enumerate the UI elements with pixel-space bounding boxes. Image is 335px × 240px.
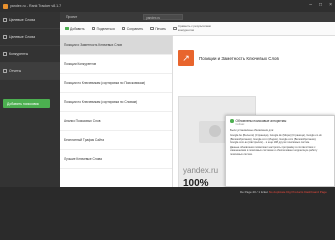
toolbar: Добавить Поделиться Сохранить Печать Сра…: [60, 22, 335, 36]
add-search-engine-button[interactable]: Добавить поисковик: [3, 99, 50, 108]
status-info: De Page 20 / 1 ticket: [240, 190, 268, 194]
reports-icon: [3, 69, 7, 73]
sidebar-item-label: Целевые Слова: [9, 18, 36, 22]
popup-paragraph: Были установлены обновления для:: [230, 129, 274, 132]
report-title: Позиции и Заметность Ключевых Слов: [199, 55, 279, 61]
save-button-label: Сохранить: [126, 26, 144, 31]
check-icon: [230, 119, 234, 123]
close-icon[interactable]: ×: [329, 3, 332, 8]
minimize-icon[interactable]: –: [309, 3, 312, 8]
save-icon: [121, 26, 126, 31]
list-item[interactable]: Анализ Поисковых Слов: [60, 112, 172, 131]
sidebar-item-label: Отчеты: [9, 69, 22, 73]
sidebar-item-competitors[interactable]: Конкуренты: [0, 46, 60, 63]
popup-body: Были установлены обновления для: Google.…: [230, 129, 330, 156]
keywords-icon: [3, 18, 7, 22]
sidebar-item-reports[interactable]: Отчеты: [0, 63, 60, 80]
plus-icon: [65, 26, 69, 31]
sidebar-item-label: Конкуренты: [9, 52, 29, 56]
status-bar: De Page 20 / 1 ticket No duplicate Dig P…: [0, 187, 335, 200]
top-bar: Проект yandex.ru: [60, 12, 335, 22]
list-item[interactable]: Позиции и Заметность Ключевых Слов: [60, 36, 172, 55]
window-controls: – □ ×: [309, 3, 332, 8]
share-icon: [91, 26, 96, 31]
print-button-label: Печать: [155, 26, 166, 31]
window-title: yandex.ru - Rank Tracker v8.1.7: [10, 4, 62, 8]
chart-trend-icon: ↗: [178, 50, 194, 66]
popup-time: Сейчас: [235, 123, 245, 126]
list-item[interactable]: Позиции Конкурентов: [60, 55, 172, 74]
list-item[interactable]: Позиции по Ключевикам (сортировка по Пои…: [60, 74, 172, 93]
popup-paragraph: Данные обновления позволяют настроить пр…: [230, 146, 318, 156]
status-text: De Page 20 / 1 ticket No duplicate Dig P…: [240, 190, 327, 194]
add-button-label: Добавить: [70, 26, 85, 31]
print-button[interactable]: Печать: [150, 27, 166, 31]
list-item[interactable]: Лучшие Ключевые Слова: [60, 150, 172, 169]
sidebar-item-label: Целевые Слова: [9, 35, 36, 39]
project-tab[interactable]: Проект: [60, 15, 83, 19]
sidebar: Целевые Слова Целевые Слова Конкуренты О…: [0, 12, 60, 200]
list-item[interactable]: Позиции по Ключевикам (сортировка по Сло…: [60, 93, 172, 112]
report-header: ↗ Позиции и Заметность Ключевых Слов: [178, 50, 279, 66]
print-icon: [150, 26, 154, 31]
save-button[interactable]: Сохранить: [121, 26, 144, 31]
notification-popup[interactable]: Обновлены поисковые алгоритмы Сейчас Был…: [225, 115, 335, 187]
compare-icon: [173, 26, 177, 31]
report-list: Позиции и Заметность Ключевых Слов Позиц…: [60, 36, 173, 200]
compare-button[interactable]: Сравнить с результатами конкурентов: [173, 25, 218, 31]
share-button[interactable]: Поделиться: [91, 26, 115, 31]
search-input[interactable]: yandex.ru: [143, 14, 184, 20]
app-logo-icon: [3, 3, 8, 9]
add-button[interactable]: Добавить: [65, 27, 85, 31]
target-icon: [3, 35, 7, 39]
popup-paragraph: Google.be (Бельгия) (Страница), Google.d…: [230, 134, 322, 144]
title-bar: yandex.ru - Rank Tracker v8.1.7 – □ ×: [0, 0, 335, 12]
sidebar-item-target-keywords-2[interactable]: Целевые Слова: [0, 29, 60, 46]
list-item[interactable]: Бесплатный Трафик Сайта: [60, 131, 172, 150]
compare-description: Сравнить с результатами конкурентов: [178, 24, 211, 32]
competitors-icon: [3, 52, 7, 56]
share-button-label: Поделиться: [96, 26, 115, 31]
sidebar-item-target-keywords[interactable]: Целевые Слова: [0, 12, 60, 29]
status-link[interactable]: No duplicate Dig Products Dashboard Page: [269, 190, 327, 194]
maximize-icon[interactable]: □: [319, 3, 322, 8]
preview-domain: yandex.ru: [183, 166, 219, 175]
